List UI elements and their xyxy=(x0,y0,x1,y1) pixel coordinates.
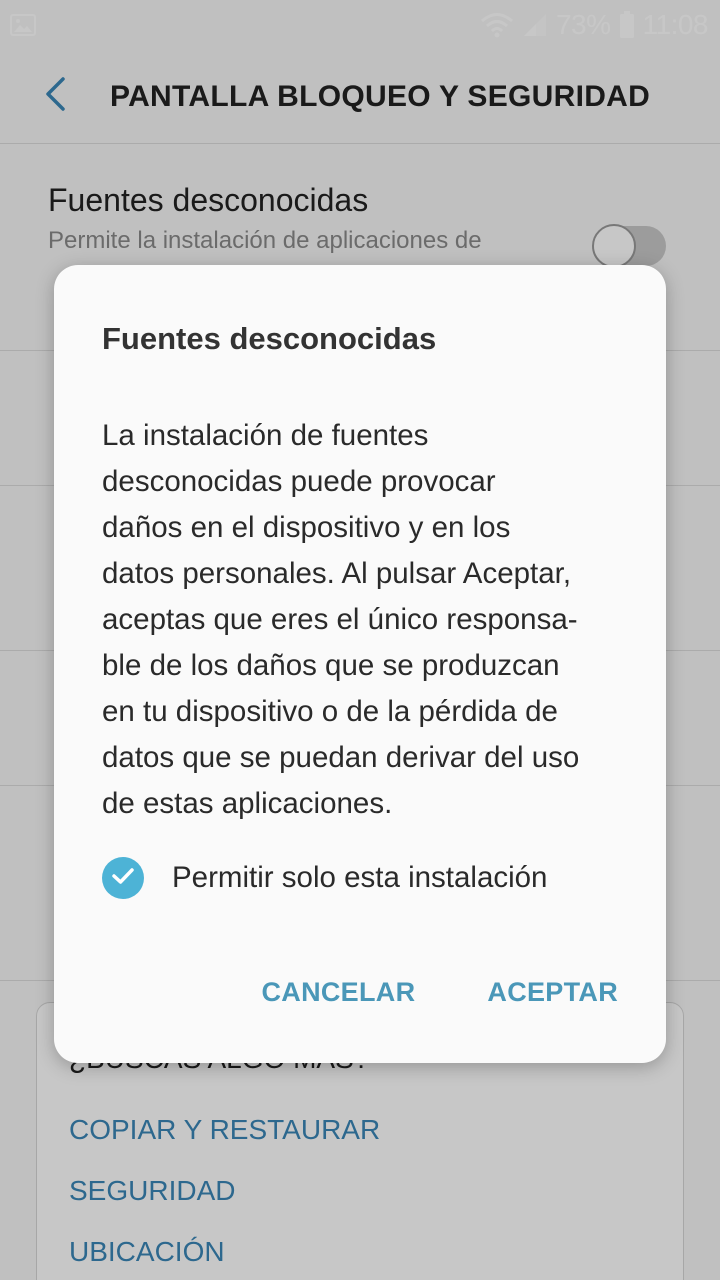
dialog-message-line: datos que se puedan derivar del uso xyxy=(102,741,580,774)
allow-once-checkbox[interactable] xyxy=(102,857,144,899)
dialog-message-line: daños en el dispositivo y en los xyxy=(102,511,511,544)
dialog-message-line: desconocidas puede provocar xyxy=(102,465,496,498)
allow-once-label[interactable]: Permitir solo esta instalación xyxy=(172,861,547,895)
checkmark-icon xyxy=(111,866,135,891)
unknown-sources-dialog: Fuentes desconocidas La instalación de f… xyxy=(54,265,666,1063)
accept-button[interactable]: ACEPTAR xyxy=(487,977,618,1008)
dialog-actions: CANCELAR ACEPTAR xyxy=(261,977,618,1008)
dialog-message-line: ble de los daños que se produzcan xyxy=(102,649,560,682)
dialog-message-line: datos personales. Al pulsar Aceptar, xyxy=(102,557,572,590)
dialog-title: Fuentes desconocidas xyxy=(102,321,437,356)
dialog-message-line: aceptas que eres el único responsa- xyxy=(102,603,578,636)
allow-once-checkbox-row[interactable]: Permitir solo esta instalación xyxy=(102,857,547,899)
dialog-message-line: de estas aplicaciones. xyxy=(102,787,393,820)
cancel-button[interactable]: CANCELAR xyxy=(261,977,415,1008)
dialog-message-line: La instalación de fuentes xyxy=(102,419,429,452)
dialog-message-line: en tu dispositivo o de la pérdida de xyxy=(102,695,558,728)
dialog-message: La instalación de fuentes desconocidas p… xyxy=(102,413,632,827)
